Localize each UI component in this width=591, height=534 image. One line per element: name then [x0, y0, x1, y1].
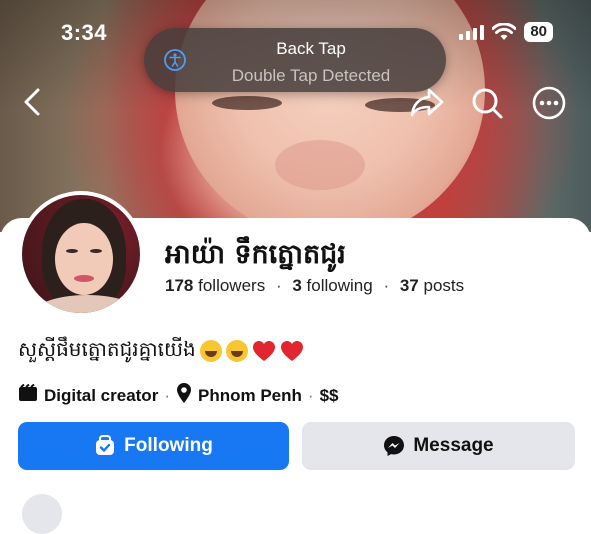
- following-check-icon: [96, 435, 115, 455]
- following-button-label: Following: [124, 435, 213, 456]
- bio-text: សួស្តីផឹមត្នោតជូរគ្នាយើង: [18, 337, 196, 361]
- search-button[interactable]: [470, 86, 504, 125]
- back-tap-toast: Back Tap Double Tap Detected: [144, 28, 446, 92]
- posts-link[interactable]: 37 posts: [400, 276, 464, 295]
- category-text: Digital creator: [44, 385, 159, 405]
- clapperboard-icon: [18, 383, 38, 407]
- message-button-label: Message: [413, 435, 494, 456]
- laughing-emoji-icon: [225, 340, 248, 362]
- wifi-icon: [492, 23, 517, 41]
- heart-icon: [280, 340, 304, 362]
- toast-subtitle: Double Tap Detected: [231, 66, 391, 85]
- meta-separator: ·: [164, 385, 170, 405]
- share-icon: [410, 88, 444, 117]
- heart-icon: [252, 340, 276, 362]
- followers-count: 178: [165, 276, 194, 295]
- following-label: following: [306, 276, 373, 295]
- avatar-photo: [22, 195, 140, 313]
- following-link[interactable]: 3 following: [292, 276, 372, 295]
- battery-indicator: 80: [524, 22, 553, 42]
- followers-link[interactable]: 178 followers: [165, 276, 265, 295]
- price-range-text: $$: [319, 385, 339, 405]
- more-button[interactable]: [532, 86, 566, 125]
- cellular-signal-icon: [459, 24, 485, 40]
- profile-avatar[interactable]: [18, 191, 144, 317]
- profile-bio: សួស្តីផឹមត្នោតជូរគ្នាយើង: [18, 336, 304, 366]
- posts-label: posts: [423, 276, 465, 295]
- location-text[interactable]: Phnom Penh: [198, 386, 302, 406]
- back-button[interactable]: [18, 86, 46, 123]
- search-icon: [472, 88, 503, 119]
- following-count: 3: [292, 276, 302, 295]
- stat-separator: ·: [275, 276, 282, 295]
- cover-nose: [275, 140, 365, 190]
- profile-stats: 178 followers · 3 following · 37 posts: [165, 276, 464, 296]
- status-icons: 80: [459, 22, 553, 42]
- more-icon: [532, 86, 566, 120]
- profile-name: អាយ៉ា ទឹកត្នោតជូរ: [165, 239, 346, 270]
- followers-label: followers: [198, 276, 266, 295]
- profile-meta: Digital creator · Phnom Penh · $$: [18, 382, 338, 409]
- status-time: 3:34: [61, 20, 108, 45]
- stat-separator: ·: [383, 276, 390, 295]
- location-pin-icon: [176, 382, 192, 409]
- bottom-partial-circle: [22, 494, 62, 534]
- message-button[interactable]: Message: [302, 422, 575, 470]
- posts-count: 37: [399, 276, 419, 295]
- meta-separator: ·: [307, 385, 314, 405]
- share-button[interactable]: [409, 86, 445, 123]
- laughing-emoji-icon: [199, 340, 222, 362]
- chevron-left-icon: [24, 88, 40, 116]
- messenger-icon: [384, 436, 405, 456]
- following-button[interactable]: Following: [18, 422, 289, 470]
- toast-title: Back Tap: [276, 39, 346, 58]
